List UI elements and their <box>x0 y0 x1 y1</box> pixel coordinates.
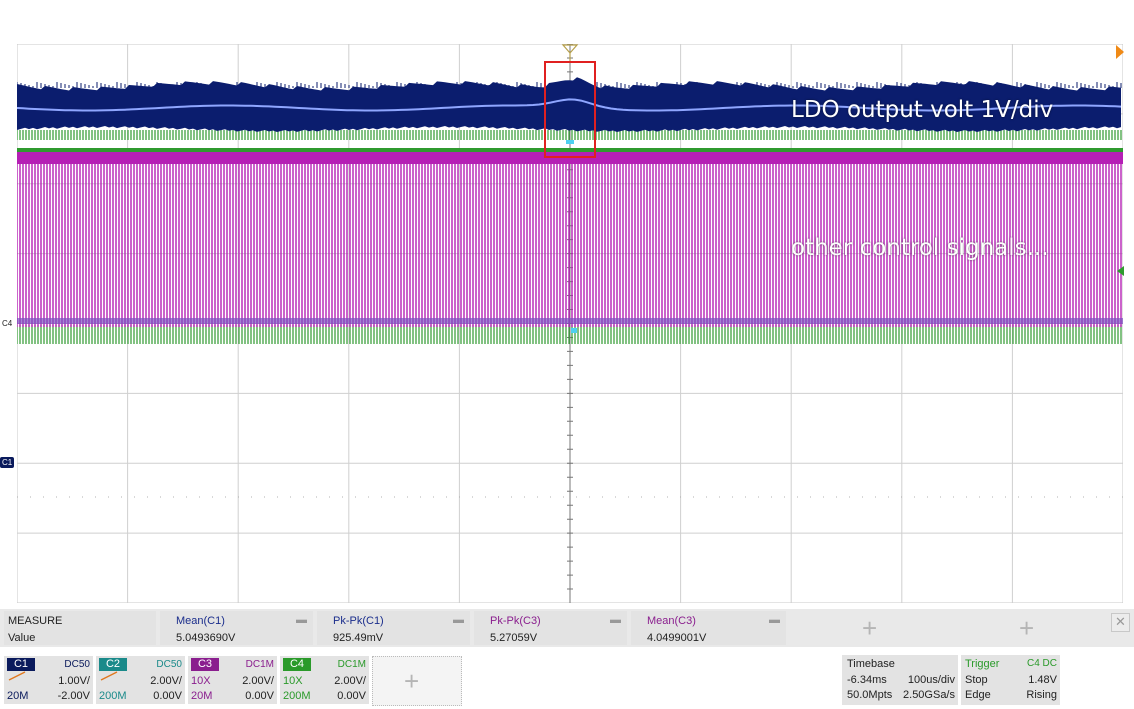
measure-item[interactable]: Pk-Pk(C1) ▬ 925.49mV <box>317 611 470 645</box>
trigger-panel[interactable]: Trigger C4 DC Stop 1.48V Edge Rising <box>961 655 1060 705</box>
measure-item[interactable]: Mean(C1) ▬ 5.0493690V <box>160 611 313 645</box>
close-icon[interactable]: ✕ <box>1111 613 1130 632</box>
timebase-panel[interactable]: Timebase -6.34ms 100us/div 50.0Mpts 2.50… <box>842 655 958 705</box>
trigger-slope: Rising <box>1026 689 1057 701</box>
channel-c3[interactable]: C3 DC1M 10X 2.00V/ 20M 0.00V <box>188 656 277 704</box>
trigger-level: 1.48V <box>1028 674 1057 686</box>
trigger-point <box>566 140 574 144</box>
plus-icon[interactable]: + <box>862 615 877 641</box>
channel-offset: 0.00V <box>245 690 274 702</box>
channel-offset: -2.00V <box>57 690 90 702</box>
measure-value: 925.49mV <box>333 632 384 644</box>
measure-name: Pk-Pk(C1) <box>333 615 384 627</box>
channel-probe: 10X <box>283 675 303 687</box>
c4-trace-band <box>17 148 1123 152</box>
channel-bandwidth: 20M <box>7 690 29 702</box>
channel-bar: C1 DC50 1.00V/ 20M -2.00V C2 DC50 2.00V/… <box>0 655 1134 709</box>
timebase-scale: 100us/div <box>907 674 955 686</box>
channel-coupling: DC1M <box>337 659 366 670</box>
trigger-point <box>571 328 577 333</box>
channel-c1[interactable]: C1 DC50 1.00V/ 20M -2.00V <box>4 656 93 704</box>
channel-coupling: DC50 <box>64 659 90 670</box>
collapse-icon[interactable]: ▬ <box>453 614 464 626</box>
trigger-type: Edge <box>965 689 991 701</box>
ldo-annotation: LDO output volt 1V/div <box>791 97 1054 123</box>
channel-bandwidth: 200M <box>283 690 311 702</box>
collapse-icon[interactable]: ▬ <box>610 614 621 626</box>
timebase-points: 50.0Mpts <box>847 689 893 701</box>
channel-scale: 2.00V/ <box>150 675 182 687</box>
measure-item[interactable]: Mean(C3) ▬ 4.0499001V <box>631 611 786 645</box>
measure-header-cell: MEASURE Value <box>4 611 156 645</box>
channel-coupling: DC50 <box>156 659 182 670</box>
measure-value: 4.0499001V <box>647 632 707 644</box>
channel-scale: 1.00V/ <box>58 675 90 687</box>
channel-scale: 2.00V/ <box>334 675 366 687</box>
channel-tag: C2 <box>99 658 127 671</box>
control-signals-annotation: other control signals... <box>791 235 1049 261</box>
trigger-position-marker[interactable] <box>1116 45 1124 59</box>
plus-icon: + <box>404 666 420 696</box>
c4-ground-marker[interactable]: C4 <box>0 318 14 329</box>
channel-bandwidth: 20M <box>191 690 213 702</box>
probe-ramp-icon <box>8 671 26 681</box>
channel-coupling: DC1M <box>245 659 274 670</box>
measure-row-label: Value <box>8 632 36 644</box>
c3-trace-low <box>17 318 1123 324</box>
plus-icon[interactable]: + <box>1019 615 1034 641</box>
measure-value: 5.0493690V <box>176 632 236 644</box>
trigger-label: Trigger <box>965 658 1000 670</box>
channel-tag: C1 <box>7 658 35 671</box>
collapse-icon[interactable]: ▬ <box>769 614 780 626</box>
measure-title: MEASURE <box>8 615 63 627</box>
channel-offset: 0.00V <box>153 690 182 702</box>
measure-name: Mean(C1) <box>176 615 225 627</box>
trigger-level-marker[interactable] <box>1117 266 1124 276</box>
measure-name: Mean(C3) <box>647 615 696 627</box>
channel-offset: 0.00V <box>337 690 366 702</box>
measure-item[interactable]: Pk-Pk(C3) ▬ 5.27059V <box>474 611 627 645</box>
waveform-display[interactable] <box>17 44 1123 603</box>
channel-tag: C4 <box>283 658 311 671</box>
timebase-label: Timebase <box>847 658 895 670</box>
channel-tag: C3 <box>191 658 219 671</box>
add-channel-button[interactable]: + <box>372 656 462 706</box>
measure-value: 5.27059V <box>490 632 538 644</box>
timebase-rate: 2.50GSa/s <box>903 689 955 701</box>
channel-probe: 10X <box>191 675 211 687</box>
channel-scale: 2.00V/ <box>242 675 274 687</box>
channel-bandwidth: 200M <box>99 690 127 702</box>
collapse-icon[interactable]: ▬ <box>296 614 307 626</box>
measure-name: Pk-Pk(C3) <box>490 615 541 627</box>
trigger-source: C4 DC <box>1026 658 1057 669</box>
measure-panel: MEASURE Value Mean(C1) ▬ 5.0493690V Pk-P… <box>0 609 1134 647</box>
channel-c4[interactable]: C4 DC1M 10X 2.00V/ 200M 0.00V <box>280 656 369 704</box>
probe-ramp-icon <box>100 671 118 681</box>
timebase-delay: -6.34ms <box>847 674 887 686</box>
channel-c2[interactable]: C2 DC50 2.00V/ 200M 0.00V <box>96 656 185 704</box>
c1-ground-marker[interactable]: C1 <box>0 457 15 468</box>
trigger-mode: Stop <box>965 674 988 686</box>
